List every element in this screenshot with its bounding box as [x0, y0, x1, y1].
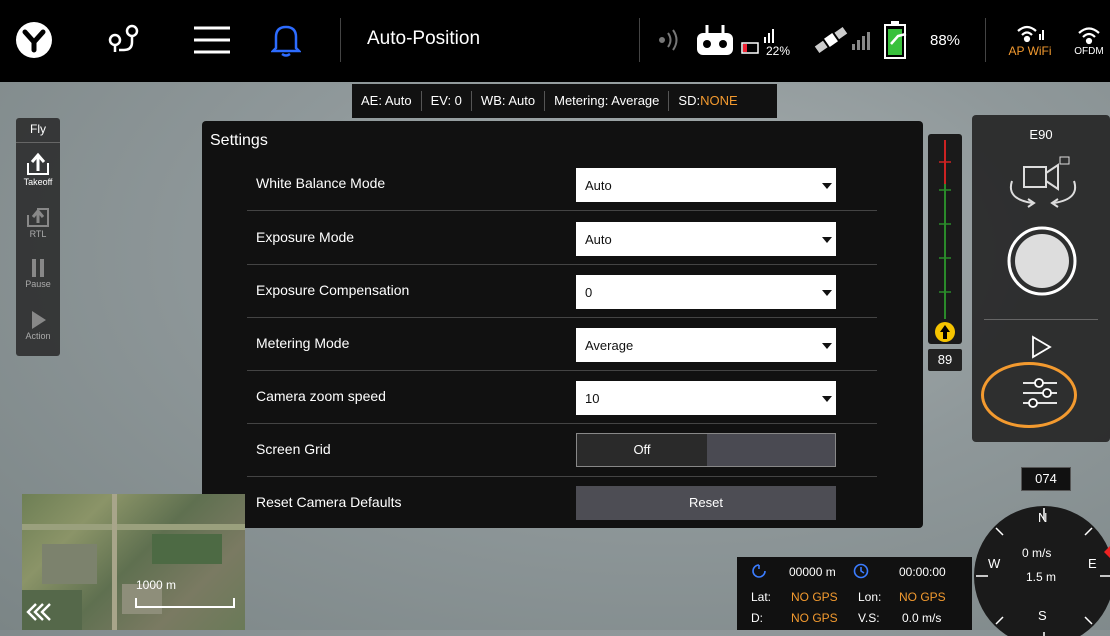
zoom-speed-label: Camera zoom speed — [256, 388, 386, 404]
lat-value: NO GPS — [791, 590, 838, 604]
clock-icon — [853, 563, 869, 582]
aircraft-battery-icon — [880, 18, 912, 62]
bell-icon[interactable] — [268, 18, 304, 62]
panel-divider — [984, 319, 1098, 320]
exposure-mode-row: Exposure Mode Auto — [247, 211, 877, 265]
battery-percent-text: 88% — [930, 32, 961, 49]
lat-label: Lat: — [751, 590, 772, 604]
metering-mode-row: Metering Mode Average — [247, 317, 877, 371]
rtl-label: RTL — [29, 229, 47, 239]
action-button[interactable]: Action — [16, 299, 60, 351]
satellite-gps-icon — [812, 18, 850, 62]
settings-dialog: Settings White Balance Mode Auto Exposur… — [202, 121, 923, 528]
telemetry-panel: 00000 m 00:00:00 Lat: NO GPS Lon: NO GPS… — [737, 557, 972, 630]
exposure-compensation-label: Exposure Compensation — [256, 282, 410, 298]
compass-east: E — [1088, 556, 1097, 571]
chevron-down-icon — [822, 343, 832, 349]
exposure-mode-select[interactable]: Auto — [576, 222, 836, 256]
settings-highlight-ring — [981, 362, 1077, 428]
vs-label: V.S: — [858, 611, 880, 625]
map-scale-bar — [135, 598, 235, 608]
height-value: 1.5 m — [1026, 570, 1057, 584]
ap-wifi-status[interactable]: AP WiFi — [1000, 18, 1060, 62]
camera-status-strip: AE: Auto EV: 0 WB: Auto Metering: Averag… — [352, 84, 777, 118]
exposure-mode-label: Exposure Mode — [256, 229, 355, 245]
action-label: Action — [25, 331, 51, 341]
screen-grid-off-option[interactable]: Off — [577, 434, 707, 466]
chevron-down-icon — [822, 396, 832, 402]
ofdm-label: OFDM — [1074, 45, 1104, 57]
camera-switch-icon[interactable] — [1004, 155, 1082, 216]
exposure-compensation-select[interactable]: 0 — [576, 275, 836, 309]
heading-value: 074 — [1021, 467, 1071, 491]
d-label: D: — [751, 611, 763, 625]
playback-icon[interactable] — [1029, 335, 1053, 364]
white-balance-row: White Balance Mode Auto — [247, 157, 877, 211]
chevron-down-icon — [822, 183, 832, 189]
pause-button[interactable]: Pause — [16, 247, 60, 299]
reset-defaults-row: Reset Camera Defaults Reset — [247, 476, 877, 528]
gps-signal-icon — [848, 18, 874, 62]
compass-west: W — [988, 556, 1001, 571]
minimap[interactable]: 1000 m — [22, 494, 245, 630]
remote-controller-icon — [694, 18, 736, 62]
zoom-speed-select[interactable]: 10 — [576, 381, 836, 415]
map-scale-label: 1000 m — [136, 578, 177, 592]
camera-model-label: E90 — [1029, 127, 1053, 142]
screen-grid-label: Screen Grid — [256, 441, 331, 457]
flight-time-value: 00:00:00 — [899, 565, 946, 579]
metering-mode-select[interactable]: Average — [576, 328, 836, 362]
fly-panel-title: Fly — [16, 118, 60, 143]
altitude-value: 89 — [928, 349, 962, 371]
ofdm-status[interactable]: OFDM — [1072, 18, 1106, 62]
header-divider — [340, 18, 341, 62]
distance-icon — [751, 563, 767, 582]
route-plan-icon[interactable] — [103, 18, 147, 62]
lon-label: Lon: — [858, 590, 882, 604]
chevron-down-icon — [822, 290, 832, 296]
header-divider — [985, 18, 986, 62]
ae-status: AE: Auto — [352, 91, 422, 111]
ev-status: EV: 0 — [422, 91, 472, 111]
fly-panel: Fly Takeoff RTL Pause Action — [16, 118, 60, 356]
top-bar: Auto-Position 22% 88% AP WiFi OFDM — [0, 0, 1110, 82]
wb-status: WB: Auto — [472, 91, 546, 111]
pause-label: Pause — [25, 279, 51, 289]
compass: N E W S 0 m/s 1.5 m — [970, 496, 1110, 636]
reset-defaults-label: Reset Camera Defaults — [256, 494, 402, 510]
screen-grid-on-option[interactable] — [707, 434, 835, 466]
screen-grid-toggle[interactable]: Off — [576, 433, 836, 467]
altitude-bar — [928, 134, 962, 344]
app-logo-icon[interactable] — [12, 18, 56, 62]
white-balance-select[interactable]: Auto — [576, 168, 836, 202]
speed-value: 0 m/s — [1022, 546, 1052, 560]
menu-icon[interactable] — [190, 18, 234, 62]
distance-value: 00000 m — [789, 565, 836, 579]
lon-value: NO GPS — [899, 590, 946, 604]
compass-north: N — [1038, 510, 1048, 525]
vs-value: 0.0 m/s — [902, 611, 942, 625]
sd-status: SD:NONE — [678, 93, 738, 108]
settings-title: Settings — [210, 132, 268, 149]
reset-button[interactable]: Reset — [576, 486, 836, 520]
controller-battery-text: 22% — [766, 44, 791, 58]
header-divider — [639, 18, 640, 62]
exposure-compensation-row: Exposure Compensation 0 — [247, 264, 877, 318]
d-value: NO GPS — [791, 611, 838, 625]
takeoff-label: Takeoff — [23, 177, 53, 187]
white-balance-label: White Balance Mode — [256, 175, 386, 191]
signal-broadcast-icon — [652, 18, 686, 62]
page-title: Auto-Position — [367, 28, 481, 49]
rtl-button[interactable]: RTL — [16, 195, 60, 247]
ap-wifi-label: AP WiFi — [1008, 44, 1052, 58]
compass-south: S — [1038, 608, 1047, 623]
metering-status: Metering: Average — [545, 91, 670, 111]
collapse-map-icon[interactable] — [26, 602, 52, 627]
metering-mode-label: Metering Mode — [256, 335, 350, 351]
takeoff-button[interactable]: Takeoff — [16, 143, 60, 195]
shutter-button[interactable] — [1006, 225, 1078, 302]
chevron-down-icon — [822, 237, 832, 243]
screen-grid-row: Screen Grid Off — [247, 423, 877, 477]
zoom-speed-row: Camera zoom speed 10 — [247, 370, 877, 424]
